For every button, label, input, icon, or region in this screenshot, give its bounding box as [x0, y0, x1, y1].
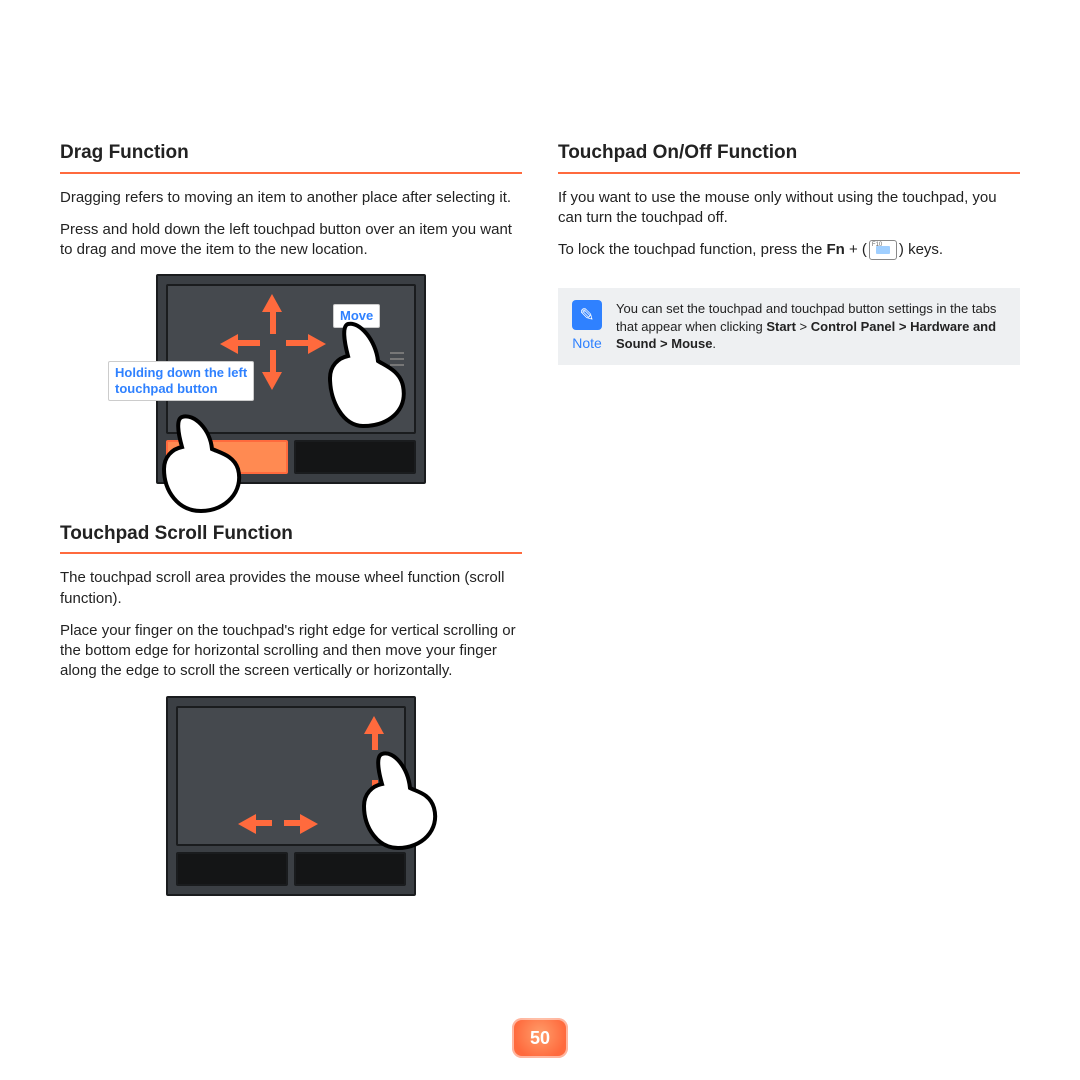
note-text: You can set the touchpad and touchpad bu…: [616, 300, 1006, 353]
note-start: Start: [766, 319, 796, 334]
onoff-paragraph-2: To lock the touchpad function, press the…: [558, 240, 1020, 260]
scroll-paragraph-1: The touchpad scroll area provides the mo…: [60, 568, 522, 609]
key-label: F10: [872, 241, 882, 249]
arrow-down-icon: [262, 372, 282, 390]
hand-scroll-icon: [348, 746, 448, 856]
arrow-left-icon: [220, 334, 238, 354]
onoff-text-a: To lock the touchpad function, press the: [558, 241, 827, 258]
note-box: ✎ Note You can set the touchpad and touc…: [558, 288, 1020, 365]
arrow-left-icon: [238, 814, 256, 834]
label-holding-line2: touchpad button: [115, 381, 218, 396]
heading-drag-function: Drag Function: [60, 140, 522, 174]
arrow-up-icon: [364, 716, 384, 734]
figure-drag: Move Holding down the left touchpad butt…: [60, 274, 522, 490]
drag-paragraph-2: Press and hold down the left touchpad bu…: [60, 220, 522, 261]
page-columns: Drag Function Dragging refers to moving …: [60, 140, 1020, 932]
fn-key-text: Fn: [827, 241, 845, 258]
heading-scroll-function: Touchpad Scroll Function: [60, 521, 522, 555]
touchpad-lock-key-icon: F10: [869, 240, 897, 260]
heading-onoff-function: Touchpad On/Off Function: [558, 140, 1020, 174]
note-gt: >: [796, 319, 811, 334]
scroll-paragraph-2: Place your finger on the touchpad's righ…: [60, 621, 522, 682]
onoff-text-c: ) keys.: [899, 241, 943, 258]
drag-paragraph-1: Dragging refers to moving an item to ano…: [60, 188, 522, 208]
left-column: Drag Function Dragging refers to moving …: [60, 140, 522, 932]
hand-press-icon: [146, 411, 256, 521]
note-left: ✎ Note: [572, 300, 602, 353]
label-holding-line1: Holding down the left: [115, 365, 247, 380]
label-holding: Holding down the left touchpad button: [108, 361, 254, 400]
onoff-text-b: + (: [845, 241, 867, 258]
page-number-badge: 50: [512, 1018, 568, 1058]
note-pencil-icon: ✎: [572, 300, 602, 330]
right-column: Touchpad On/Off Function If you want to …: [558, 140, 1020, 932]
figure-scroll: [60, 696, 522, 902]
arrow-up-icon: [262, 294, 282, 312]
note-label: Note: [572, 334, 602, 353]
arrow-right-icon: [300, 814, 318, 834]
note-period: .: [712, 336, 716, 351]
onoff-paragraph-1: If you want to use the mouse only withou…: [558, 188, 1020, 229]
hand-move-icon: [308, 316, 418, 436]
